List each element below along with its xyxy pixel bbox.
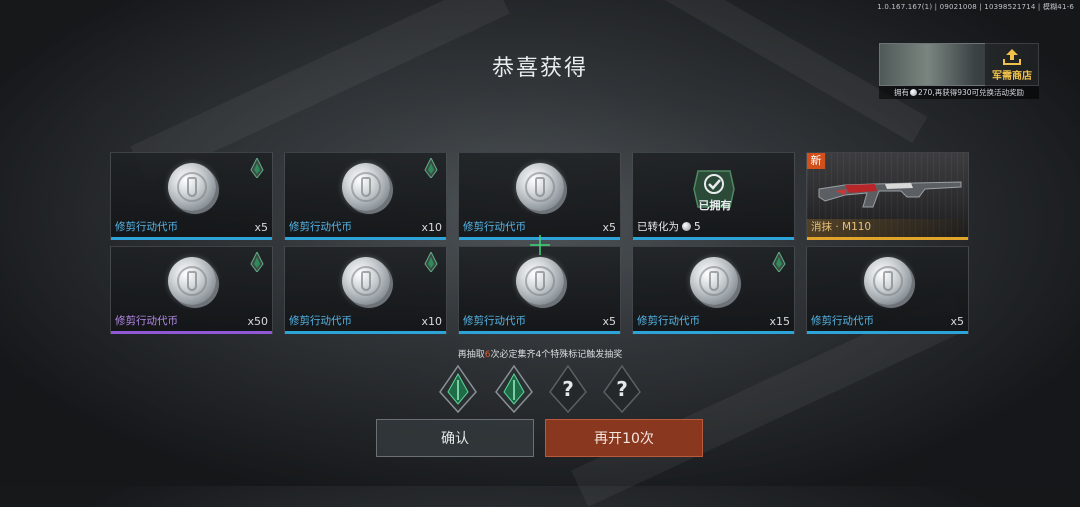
rarity-bar [459, 331, 620, 334]
operation-token-icon [690, 257, 738, 305]
hint-prefix: 再抽取 [457, 350, 485, 360]
rarity-bar [807, 237, 968, 240]
draw-hint: 再抽取6次必定集齐4个特殊标记触发抽奖 [0, 347, 1080, 360]
crosshair-icon [530, 235, 550, 255]
new-badge: 新 [807, 153, 825, 169]
rarity-bar [633, 331, 794, 334]
reward-name: 修剪行动代币 [289, 221, 352, 233]
rarity-bar [807, 331, 968, 334]
rarity-bar [285, 331, 446, 334]
reward-card[interactable]: 修剪行动代币 x10 [284, 152, 447, 240]
shop-info-prefix: 拥有 [893, 88, 909, 97]
weapon-name: 消抹 · M110 [811, 221, 872, 233]
rarity-bar [111, 237, 272, 240]
reward-quantity: x5 [602, 315, 616, 328]
special-mark-icon [250, 252, 264, 272]
rarity-bar [633, 237, 794, 240]
special-mark-icon [772, 252, 786, 272]
supply-shop-button[interactable]: 军需商店 [985, 43, 1039, 86]
confirm-button[interactable]: 确认 [376, 419, 534, 457]
svg-text:?: ? [616, 377, 628, 401]
reward-name: 修剪行动代币 [115, 315, 178, 327]
coin-icon [682, 222, 691, 231]
special-mark-icon [424, 158, 438, 178]
reward-quantity: x50 [247, 315, 268, 328]
special-mark-collected-icon [439, 364, 477, 414]
shop-progress-text: 拥有 270,再获得930可兑换活动奖励 [879, 86, 1039, 99]
reward-name: 修剪行动代币 [637, 315, 700, 327]
operation-token-icon [342, 163, 390, 211]
special-mark-unknown-icon: ? [603, 364, 641, 414]
supply-shop-label: 军需商店 [992, 71, 1032, 82]
owned-stamp: 已拥有 [690, 167, 738, 212]
reward-card[interactable]: 修剪行动代币 x50 [110, 246, 273, 334]
reward-quantity: x10 [421, 315, 442, 328]
reward-name: 修剪行动代币 [463, 221, 526, 233]
operation-token-icon [342, 257, 390, 305]
reward-quantity: x5 [950, 315, 964, 328]
reward-card[interactable]: 修剪行动代币 x5 [806, 246, 969, 334]
hint-suffix: 次必定集齐4个特殊标记触发抽奖 [490, 350, 623, 360]
special-marks-row: ? ? [436, 364, 646, 416]
reward-card[interactable]: 修剪行动代币 x5 [458, 152, 621, 240]
rarity-bar [111, 331, 272, 334]
operation-token-icon [516, 163, 564, 211]
special-mark-icon [424, 252, 438, 272]
reward-name: 修剪行动代币 [289, 315, 352, 327]
reward-card[interactable]: 修剪行动代币 x10 [284, 246, 447, 334]
converted-label: 已转化为 [637, 221, 679, 233]
owned-label: 已拥有 [698, 199, 732, 212]
reward-quantity: x10 [421, 221, 442, 234]
reward-card-owned[interactable]: 已拥有 已转化为 5 [632, 152, 795, 240]
supply-shop-panel[interactable]: 军需商店 拥有 270,再获得930可兑换活动奖励 [879, 43, 1039, 99]
svg-text:?: ? [562, 377, 574, 401]
operation-token-icon [168, 163, 216, 211]
reward-quantity: x5 [602, 221, 616, 234]
converted-amount: 5 [694, 221, 701, 233]
reward-card-weapon[interactable]: 新 消抹 · M110 [806, 152, 969, 240]
special-mark-unknown-icon: ? [549, 364, 587, 414]
special-mark-collected-icon [495, 364, 533, 414]
special-mark-icon [250, 158, 264, 178]
shop-info-suffix: ,再获得930可兑换活动奖励 [932, 88, 1025, 97]
reward-card[interactable]: 修剪行动代币 x5 [458, 246, 621, 334]
reward-name: 修剪行动代币 [811, 315, 874, 327]
shop-info-amount: 270 [917, 88, 933, 97]
operation-token-icon [516, 257, 564, 305]
operation-token-icon [864, 257, 912, 305]
rarity-bar [285, 237, 446, 240]
converted-text: 已转化为 5 [637, 219, 701, 234]
reward-quantity: x15 [769, 315, 790, 328]
reward-card[interactable]: 修剪行动代币 x15 [632, 246, 795, 334]
coin-icon [909, 89, 917, 96]
reward-name: 修剪行动代币 [463, 315, 526, 327]
upload-arrow-icon [1003, 49, 1021, 65]
draw-again-button[interactable]: 再开10次 [545, 419, 703, 457]
rifle-icon [818, 181, 962, 208]
operation-token-icon [168, 257, 216, 305]
reward-quantity: x5 [254, 221, 268, 234]
reward-card[interactable]: 修剪行动代币 x5 [110, 152, 273, 240]
version-info: 1.0.167.167(1) | 09021008 | 10398521714 … [877, 3, 1074, 11]
reward-name: 修剪行动代币 [115, 221, 178, 233]
